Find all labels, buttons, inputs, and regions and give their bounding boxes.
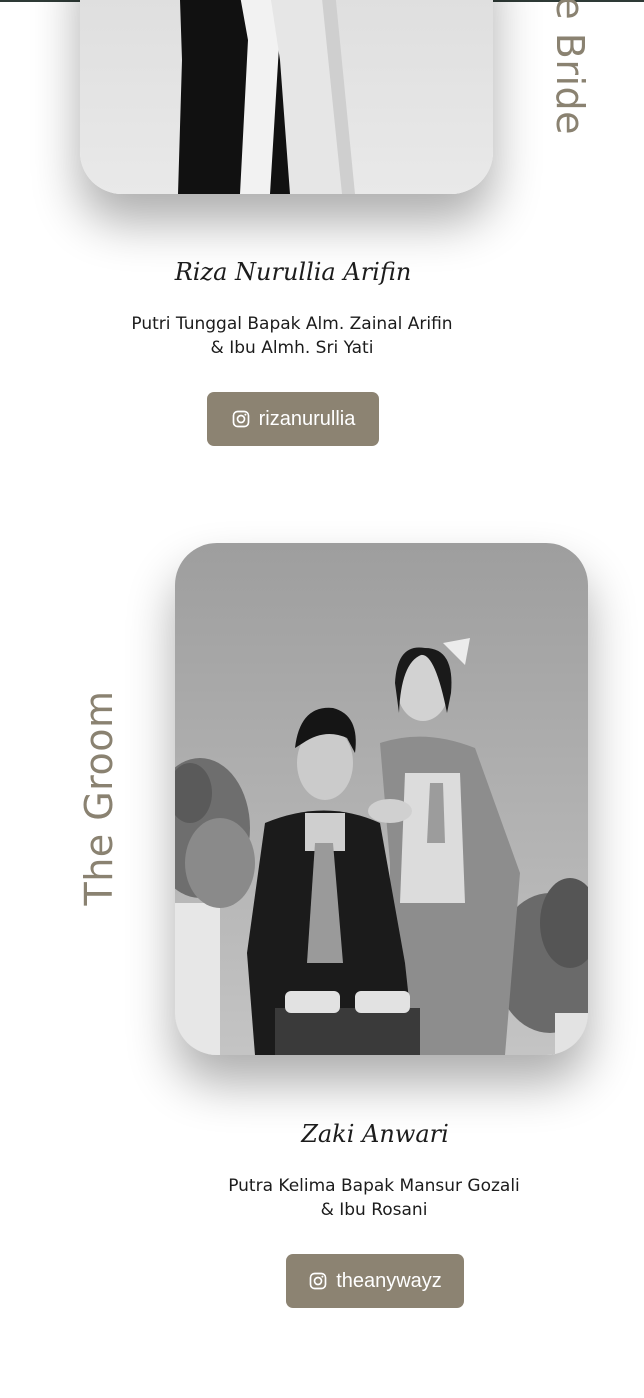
bride-side-label: The Bride <box>548 0 592 136</box>
groom-desc-line-2: & Ibu Rosani <box>320 1200 428 1220</box>
bride-description: Putri Tunggal Bapak Alm. Zainal Arifin &… <box>92 312 492 360</box>
bride-instagram-handle: rizanurullia <box>258 407 356 430</box>
groom-description: Putra Kelima Bapak Mansur Gozali & Ibu R… <box>174 1174 574 1222</box>
instagram-icon <box>232 410 249 428</box>
bride-name: Riza Nurullia Arifin <box>174 258 412 286</box>
bride-desc-line-1: Putri Tunggal Bapak Alm. Zainal Arifin <box>131 314 453 334</box>
bride-desc-line-2: & Ibu Almh. Sri Yati <box>210 338 374 358</box>
instagram-icon <box>309 1272 327 1290</box>
groom-name: Zaki Anwari <box>301 1120 449 1148</box>
bride-photo <box>80 0 493 194</box>
groom-instagram-handle: theanywayz <box>336 1269 442 1292</box>
groom-instagram-button[interactable]: theanywayz <box>286 1254 464 1308</box>
bride-instagram-button[interactable]: rizanurullia <box>207 392 379 446</box>
groom-photo-image <box>175 543 588 1055</box>
groom-side-label: The Groom <box>77 690 121 906</box>
bride-photo-image <box>80 0 493 194</box>
groom-photo <box>175 543 588 1055</box>
groom-desc-line-1: Putra Kelima Bapak Mansur Gozali <box>228 1176 520 1196</box>
